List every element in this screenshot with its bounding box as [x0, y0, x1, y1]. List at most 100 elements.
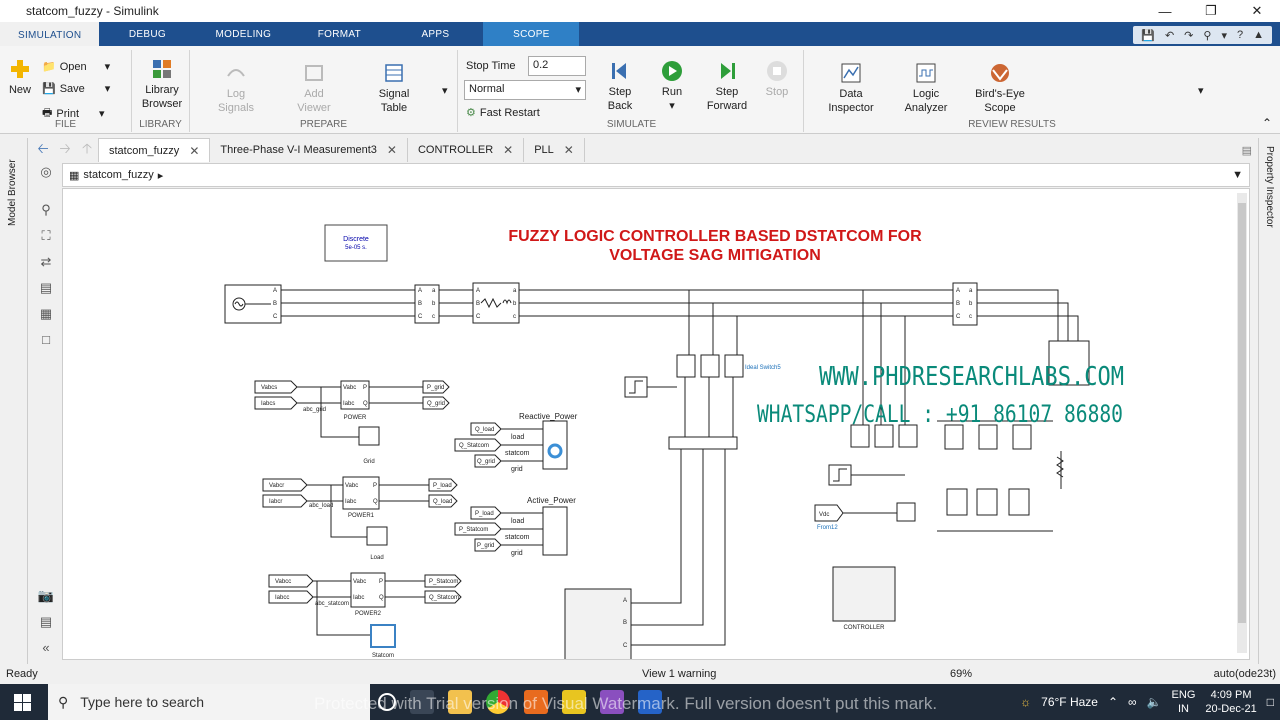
- status-warning[interactable]: View 1 warning: [642, 668, 716, 680]
- stop-button[interactable]: Stop: [760, 60, 794, 99]
- collapse-toolbar-icon[interactable]: «: [32, 640, 60, 666]
- gto-a-lower[interactable]: [946, 488, 968, 516]
- gto-c-lower[interactable]: [1008, 488, 1030, 516]
- goto-iabcr[interactable]: Iabcr: [262, 494, 308, 508]
- simulation-mode-select[interactable]: Normal ▾: [464, 80, 586, 100]
- back-arrow-icon[interactable]: 🡠: [32, 138, 54, 162]
- up-arrow-icon[interactable]: 🡡: [76, 138, 98, 162]
- search-icon[interactable]: ⚲: [1203, 29, 1211, 42]
- undo-icon[interactable]: ↶: [1165, 29, 1174, 42]
- model-info-icon[interactable]: ▤: [32, 614, 60, 640]
- ideal-switch-c[interactable]: [724, 354, 744, 378]
- fit-view-icon[interactable]: ⛶: [32, 228, 60, 254]
- scrollbar-thumb[interactable]: [1238, 203, 1246, 623]
- fast-restart-toggle[interactable]: ⚙ Fast Restart: [466, 106, 540, 120]
- goto-p-grid[interactable]: P_grid: [422, 380, 450, 394]
- gto-c-upper[interactable]: [1012, 424, 1032, 450]
- ideal-switch-e[interactable]: [874, 424, 894, 448]
- model-browser-tab[interactable]: Model Browser: [7, 146, 18, 226]
- hide-explorer-icon[interactable]: ◎: [32, 164, 60, 190]
- tab-scope[interactable]: SCOPE: [483, 22, 580, 46]
- controller-subsystem[interactable]: [832, 566, 896, 622]
- goto-iabcs[interactable]: Iabcs: [254, 396, 298, 410]
- tab-modeling[interactable]: MODELING: [195, 22, 291, 46]
- active-power-scope[interactable]: [542, 506, 568, 556]
- network-icon[interactable]: ∞: [1128, 695, 1137, 709]
- screenshot-icon[interactable]: 📷: [32, 588, 60, 614]
- stop-time-input[interactable]: 0.2: [528, 56, 586, 76]
- step-block-1[interactable]: [624, 376, 648, 398]
- forward-arrow-icon[interactable]: 🡢: [54, 138, 76, 162]
- goto-q-load[interactable]: Q_load: [428, 494, 458, 508]
- review-expand-icon[interactable]: ▾: [1198, 84, 1204, 97]
- doc-tab-controller[interactable]: CONTROLLER ✕: [408, 138, 525, 162]
- save-button[interactable]: 💾 Save ▾: [42, 82, 110, 96]
- goto-q-grid[interactable]: Q_grid: [422, 396, 450, 410]
- new-button[interactable]: New: [6, 58, 34, 97]
- from-p-statcom[interactable]: P_Statcom: [454, 522, 502, 536]
- doc-tab-pll[interactable]: PLL ✕: [524, 138, 585, 162]
- grid-scope[interactable]: [358, 426, 380, 446]
- goto-vabcr[interactable]: Vabcr: [262, 478, 308, 492]
- chevron-down-icon[interactable]: ▾: [1221, 29, 1227, 42]
- statcom-scope[interactable]: [370, 624, 396, 648]
- close-icon[interactable]: ✕: [189, 144, 199, 158]
- library-browser-button[interactable]: Library Browser: [136, 58, 188, 111]
- status-solver[interactable]: auto(ode23t): [1214, 668, 1276, 680]
- breadcrumb[interactable]: statcom_fuzzy: [83, 169, 153, 181]
- language-indicator[interactable]: ENG IN: [1172, 688, 1196, 716]
- maximize-button[interactable]: ❐: [1188, 0, 1234, 22]
- ideal-switch-d[interactable]: [850, 424, 870, 448]
- help-icon[interactable]: ?: [1237, 29, 1243, 41]
- gto-b-upper[interactable]: [978, 424, 998, 450]
- redo-icon[interactable]: ↷: [1184, 29, 1193, 42]
- clock[interactable]: 4:09 PM 20-Dec-21: [1205, 688, 1256, 716]
- goto-p-load[interactable]: P_load: [428, 478, 458, 492]
- vertical-scrollbar[interactable]: [1237, 193, 1247, 653]
- ideal-switch-a[interactable]: [676, 354, 696, 378]
- gto-a-upper[interactable]: [944, 424, 964, 450]
- collapse-icon[interactable]: ▲: [1253, 29, 1264, 41]
- property-inspector-tab[interactable]: Property Inspector: [1264, 146, 1275, 246]
- tab-apps[interactable]: APPS: [387, 22, 483, 46]
- goto-vabcc[interactable]: Vabcc: [268, 574, 314, 588]
- doc-tab-vi-measurement[interactable]: Three-Phase V-I Measurement3 ✕: [210, 138, 408, 162]
- tab-menu-icon[interactable]: ▤: [1242, 144, 1252, 157]
- breaker-block[interactable]: [668, 436, 738, 450]
- from-q-statcom[interactable]: Q_Statcom: [454, 438, 502, 452]
- save-icon[interactable]: 💾: [1141, 29, 1155, 42]
- arrow-icon[interactable]: ⇄: [32, 254, 60, 280]
- goto-p-statcom[interactable]: P_Statcom: [424, 574, 462, 588]
- model-canvas[interactable]: FUZZY LOGIC CONTROLLER BASED DSTATCOM FO…: [62, 188, 1250, 660]
- from-q-grid[interactable]: Q_grid: [474, 454, 502, 468]
- powergui-block[interactable]: Discrete 5e-05 s.: [324, 224, 388, 262]
- weather-text[interactable]: 76°F Haze: [1041, 695, 1098, 709]
- tab-simulation[interactable]: SIMULATION: [0, 22, 100, 46]
- tab-format[interactable]: FORMAT: [291, 22, 387, 46]
- goto-q-statcom[interactable]: Q_Statcom: [424, 590, 462, 604]
- ideal-switch-f[interactable]: [898, 424, 918, 448]
- goto-vabcs[interactable]: Vabcs: [254, 380, 298, 394]
- notification-icon[interactable]: □: [1267, 695, 1274, 709]
- from-p-grid[interactable]: P_grid: [474, 538, 502, 552]
- close-icon[interactable]: ✕: [503, 143, 513, 157]
- step-back-button[interactable]: Step Back: [598, 60, 642, 113]
- run-button[interactable]: Run ▾: [652, 60, 692, 113]
- vdc-scope[interactable]: [896, 502, 916, 522]
- ideal-switch-b[interactable]: [700, 354, 720, 378]
- doc-tab-statcom-fuzzy[interactable]: statcom_fuzzy ✕: [98, 138, 211, 162]
- annotation-icon[interactable]: ▤: [32, 280, 60, 306]
- load-scope[interactable]: [366, 526, 388, 546]
- close-icon[interactable]: ✕: [387, 143, 397, 157]
- data-inspector-button[interactable]: Data Inspector: [820, 62, 882, 115]
- statcom-subsystem[interactable]: [564, 588, 632, 660]
- minimize-button[interactable]: —: [1142, 0, 1188, 22]
- from-p-load[interactable]: P_load: [470, 506, 502, 520]
- log-signals-button[interactable]: Log Signals: [210, 62, 262, 115]
- step-block-2[interactable]: [828, 464, 852, 486]
- tab-debug[interactable]: DEBUG: [99, 22, 195, 46]
- logic-analyzer-button[interactable]: Logic Analyzer: [898, 62, 954, 115]
- signal-table-button[interactable]: Signal Table: [368, 62, 420, 115]
- open-button[interactable]: 📁 Open ▾: [42, 60, 110, 74]
- area-icon[interactable]: □: [32, 332, 60, 358]
